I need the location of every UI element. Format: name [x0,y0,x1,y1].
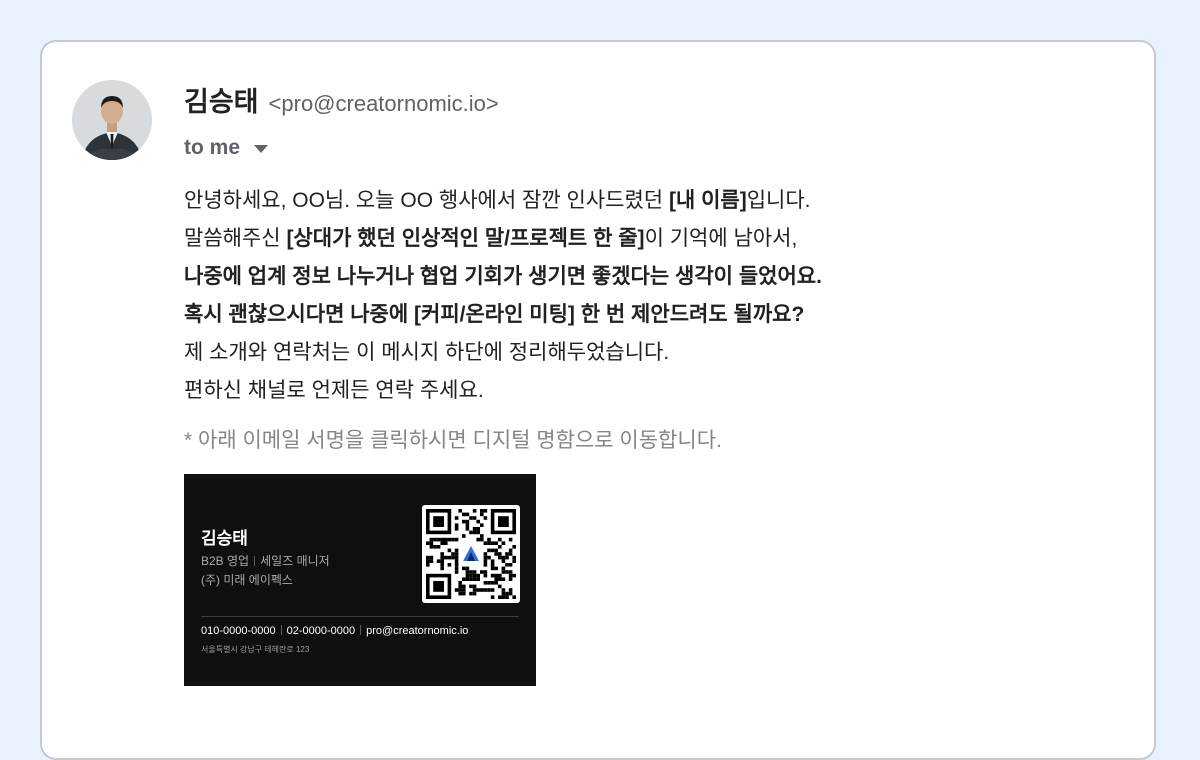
sender-name[interactable]: 김승태 [184,80,259,119]
signature-department: B2B 영업 [201,554,250,568]
digital-business-card-signature[interactable]: 김승태 B2B 영업 세일즈 매니저 (주) 미래 에이펙스 010-0000-0… [184,474,536,686]
signature-company: (주) 미래 에이펙스 [201,573,293,587]
body-line-2: 말씀해주신 [상대가 했던 인상적인 말/프로젝트 한 줄]이 기억에 남아서, [184,227,798,250]
signature-title: B2B 영업 세일즈 매니저 [201,552,330,569]
body-line-4: 혹시 괜찮으시다면 나중에 [커피/온라인 미팅] 한 번 제안드려도 될까요? [184,303,805,326]
signature-email: pro@creatornomic.io [366,625,469,637]
separator [254,556,256,566]
email-body: 안녕하세요, OO님. 오늘 OO 행사에서 잠깐 인사드렸던 [내 이름]입니… [184,182,1084,410]
separator [360,625,362,635]
body-line-6: 편하신 채널로 언제든 연락 주세요. [184,379,484,402]
recipient-label: to me [184,136,241,159]
avatar-portrait-icon [72,80,152,160]
caret-down-icon[interactable] [254,145,269,153]
signature-contact: 010-0000-0000 02-0000-0000 pro@creatornomi… [201,625,468,637]
body-line-1: 안녕하세요, OO님. 오늘 OO 행사에서 잠깐 인사드렸던 [내 이름]입니… [184,189,811,212]
signature-note: * 아래 이메일 서명을 클릭하시면 디지털 명함으로 이동합니다. [184,429,722,452]
body-line-5: 제 소개와 연락처는 이 메시지 하단에 정리해두었습니다. [184,341,670,364]
recipient-dropdown[interactable]: to me [184,136,269,160]
signature-mobile: 010-0000-0000 [201,625,276,637]
body-line-3: 나중에 업계 정보 나누거나 협업 기회가 생기면 좋겠다는 생각이 들었어요. [184,265,822,288]
sender-email[interactable]: <pro@creatornomic.io> [269,91,499,117]
sender-line: 김승태 <pro@creatornomic.io> [184,80,499,119]
email-message-card: 김승태 <pro@creatornomic.io> to me 안녕하세요, O… [40,40,1156,760]
qr-code-icon[interactable] [422,505,520,603]
signature-name: 김승태 [201,529,248,548]
signature-role: 세일즈 매니저 [260,554,330,568]
signature-divider [201,616,519,617]
avatar[interactable] [72,80,152,160]
separator [280,625,282,635]
signature-address: 서울특별시 강남구 테헤란로 123 [201,645,310,654]
signature-phone: 02-0000-0000 [286,625,356,637]
qr-code-graphic [426,509,516,599]
